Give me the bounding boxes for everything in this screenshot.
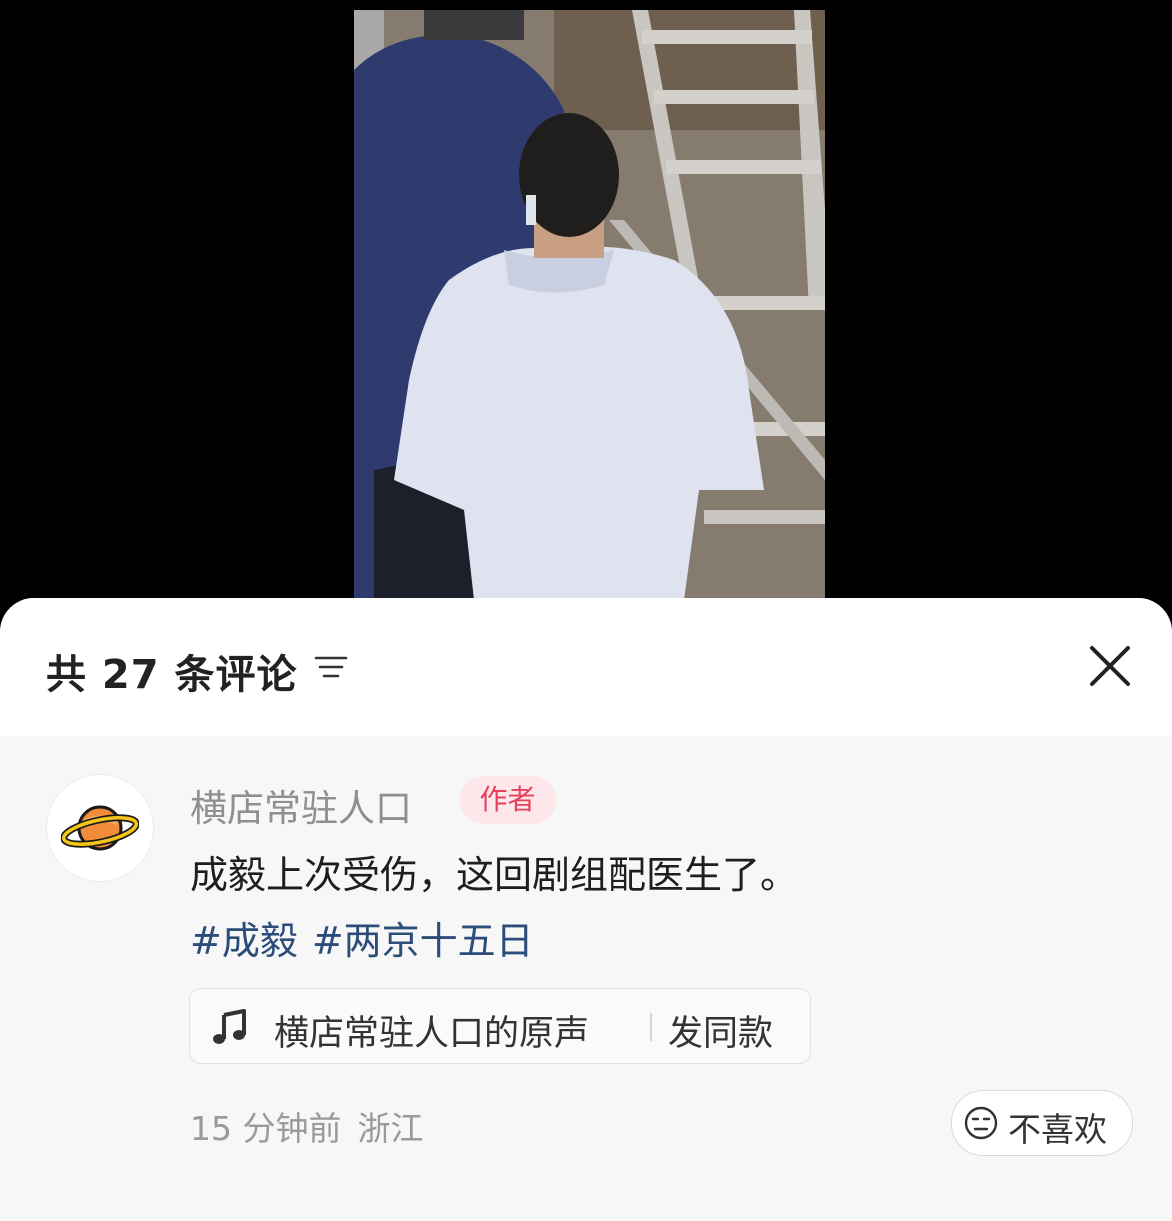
comment-sheet-header: 共 27 条评论 bbox=[0, 598, 1172, 736]
comment-time: 15 分钟前 bbox=[190, 1109, 342, 1148]
sound-name: 横店常驻人口的原声 bbox=[274, 1014, 590, 1054]
neutral-face-icon bbox=[964, 1106, 998, 1140]
video-scene-image bbox=[354, 10, 825, 600]
dislike-button[interactable]: 不喜欢 bbox=[951, 1090, 1133, 1156]
music-note-icon bbox=[213, 1009, 246, 1044]
comment-count-title: 共 27 条评论 bbox=[46, 652, 298, 698]
close-icon[interactable] bbox=[1086, 642, 1134, 690]
comment-tags: #成毅 #两京十五日 bbox=[190, 910, 548, 965]
avatar[interactable] bbox=[46, 774, 154, 882]
use-same-sound-button[interactable]: 发同款 bbox=[668, 1005, 773, 1056]
sort-lines-icon[interactable] bbox=[314, 652, 348, 682]
planet-icon bbox=[61, 805, 139, 851]
original-sound-chip[interactable]: 横店常驻人口的原声 发同款 bbox=[189, 988, 811, 1064]
video-area[interactable] bbox=[0, 0, 1172, 640]
comment-item: 横店常驻人口 作者 成毅上次受伤，这回剧组配医生了。 #成毅 #两京十五日 横店常… bbox=[0, 736, 1172, 1221]
comment-location: 浙江 bbox=[357, 1109, 424, 1148]
author-badge: 作者 bbox=[459, 776, 556, 824]
video-frame[interactable] bbox=[354, 10, 825, 600]
comment-text: 成毅上次受伤，这回剧组配医生了。 bbox=[190, 853, 799, 897]
hashtag-link[interactable]: #两京十五日 bbox=[312, 919, 534, 963]
comment-meta: 15 分钟前 浙江 bbox=[190, 1102, 439, 1150]
comment-sheet: 共 27 条评论 横店常驻人口 作者 成毅上次受伤，这回剧组配医生了。 #成毅 #… bbox=[0, 598, 1172, 1221]
hashtag-link[interactable]: #成毅 bbox=[190, 919, 298, 963]
comment-username[interactable]: 横店常驻人口 bbox=[190, 778, 412, 832]
chip-divider bbox=[650, 1013, 652, 1041]
dislike-label: 不喜欢 bbox=[1008, 1110, 1107, 1149]
